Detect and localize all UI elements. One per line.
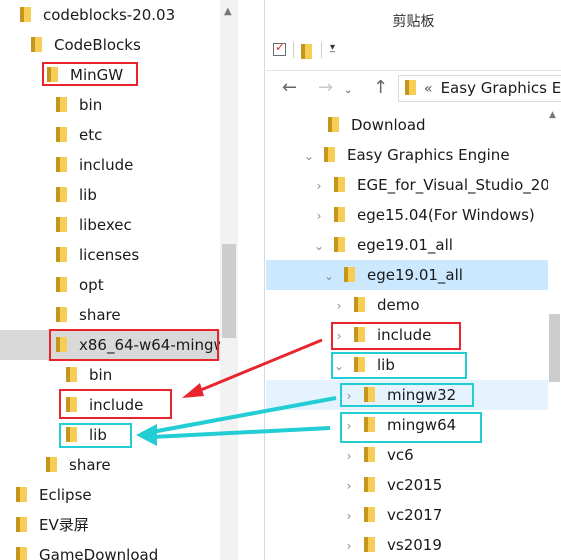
folder-icon — [328, 117, 339, 132]
tree-item-opt[interactable]: opt — [56, 270, 104, 300]
tree-item-easy-graphics-engine[interactable]: ⌄ Easy Graphics Engine — [302, 140, 510, 170]
tree-item-bin[interactable]: bin — [56, 90, 102, 120]
address-bar[interactable]: « Easy Graphics Engine — [398, 75, 561, 102]
up-arrow-icon[interactable]: ↑ — [373, 76, 388, 100]
explorer-window: 剪贴板 ▾̲ ← → ⌄ ↑ « Easy Graphics Engine Dow… — [266, 0, 561, 560]
folder-icon — [364, 477, 375, 492]
chevron-right-icon[interactable]: › — [342, 471, 356, 501]
tree-item-ege15-04[interactable]: › ege15.04(For Windows) — [312, 200, 535, 230]
folder-icon — [16, 517, 27, 532]
folder-icon — [56, 157, 67, 172]
tree-item-ev-recorder[interactable]: EV录屏 — [16, 510, 89, 540]
forward-arrow-icon[interactable]: → — [318, 76, 333, 100]
tree-item-share[interactable]: share — [56, 300, 121, 330]
tree-item-etc[interactable]: etc — [56, 120, 102, 150]
back-arrow-icon[interactable]: ← — [282, 76, 297, 100]
annotation-box-mingw64 — [340, 412, 482, 443]
ribbon-group-clipboard: 剪贴板 — [266, 0, 561, 36]
tree-item-share-sub[interactable]: share — [46, 450, 111, 480]
chevron-right-icon[interactable]: › — [342, 501, 356, 531]
folder-icon — [16, 487, 27, 502]
properties-check-icon[interactable] — [273, 40, 286, 56]
tree-item-vc2015[interactable]: › vc2015 — [342, 470, 443, 501]
tree-item-ege-for-visual-studio[interactable]: › EGE_for_Visual_Studio_2017 — [312, 170, 561, 200]
folder-icon — [56, 97, 67, 112]
folder-icon — [344, 267, 355, 282]
scroll-up-arrow-icon[interactable]: ▲ — [224, 6, 232, 17]
left-pane-scroll-thumb[interactable] — [222, 244, 236, 338]
tree-item-vs2019[interactable]: › vs2019 — [342, 530, 442, 560]
new-folder-icon[interactable] — [301, 44, 312, 59]
recent-locations-chevron-icon[interactable]: ⌄ — [344, 79, 352, 103]
customize-toolbar-dropdown-icon[interactable]: ▾̲ — [330, 42, 335, 53]
chevron-right-icon[interactable]: › — [312, 171, 326, 201]
window-divider — [264, 0, 265, 560]
chevron-right-icon[interactable]: › — [332, 291, 346, 321]
left-pane-scrollbar[interactable]: ▲ — [220, 0, 238, 560]
annotation-box-include-source — [331, 322, 461, 350]
chevron-right-icon[interactable]: › — [342, 531, 356, 560]
folder-icon — [334, 237, 345, 252]
annotation-box-lib-target — [59, 423, 132, 448]
tree-item-gamedownload[interactable]: GameDownload — [16, 540, 158, 560]
left-navigation-pane: codeblocks-20.03 CodeBlocks MinGW bin et… — [0, 0, 238, 560]
folder-icon — [56, 277, 67, 292]
folder-icon — [31, 37, 42, 52]
tree-item-bin-sub[interactable]: bin — [66, 360, 112, 390]
folder-icon — [56, 247, 67, 262]
address-path: Easy Graphics Engine — [440, 79, 561, 97]
folder-icon — [16, 547, 27, 560]
folder-icon — [324, 147, 335, 162]
folder-icon — [46, 457, 57, 472]
tree-item-eclipse[interactable]: Eclipse — [16, 480, 92, 510]
chevron-right-icon[interactable]: › — [342, 441, 356, 471]
tree-item-vc6[interactable]: › vc6 — [342, 440, 414, 470]
annotation-box-mingw — [42, 62, 138, 86]
tree-item-lib[interactable]: lib — [56, 180, 97, 210]
folder-icon — [354, 297, 365, 312]
address-overflow-icon[interactable]: « — [424, 81, 433, 97]
folder-icon — [364, 447, 375, 462]
tree-item-download[interactable]: Download — [328, 110, 426, 140]
folder-icon — [364, 507, 375, 522]
folder-icon — [405, 80, 416, 95]
tree-item-codeblocks-20-03[interactable]: codeblocks-20.03 — [20, 0, 175, 30]
window-gap — [238, 0, 266, 560]
folder-icon — [334, 207, 345, 222]
annotation-box-mingw32 — [340, 383, 474, 407]
folder-icon — [20, 7, 31, 22]
toolbar-separator — [321, 42, 322, 58]
folder-icon — [56, 307, 67, 322]
tree-item-demo[interactable]: › demo — [332, 290, 420, 320]
scroll-up-arrow-icon[interactable]: ▲ — [549, 110, 556, 120]
tree-item-include[interactable]: include — [56, 150, 133, 180]
annotation-box-lib-source — [331, 352, 467, 379]
tree-item-vc2017[interactable]: › vc2017 — [342, 500, 443, 531]
tree-item-licenses[interactable]: licenses — [56, 240, 139, 270]
tree-item-codeblocks[interactable]: CodeBlocks — [31, 30, 141, 60]
folder-icon — [364, 537, 375, 552]
navigation-bar: ← → ⌄ ↑ « Easy Graphics Engine — [266, 70, 561, 105]
folder-icon — [56, 187, 67, 202]
explorer-scrollbar[interactable]: ▲ — [548, 104, 561, 560]
chevron-down-icon[interactable]: ⌄ — [322, 261, 336, 291]
tree-item-libexec[interactable]: libexec — [56, 210, 132, 240]
tree-item-ege19-01-all-selected[interactable]: ⌄ ege19.01_all — [266, 260, 548, 290]
chevron-down-icon[interactable]: ⌄ — [312, 231, 326, 261]
folder-icon — [66, 367, 77, 382]
folder-icon — [56, 127, 67, 142]
annotation-box-include-target — [59, 389, 172, 419]
toolbar-separator — [293, 42, 294, 58]
chevron-right-icon[interactable]: › — [312, 201, 326, 231]
tree-item-ege19-01-all[interactable]: ⌄ ege19.01_all — [312, 230, 453, 260]
annotation-box-x86-64-w64-mingw32 — [49, 329, 219, 361]
chevron-down-icon[interactable]: ⌄ — [302, 141, 316, 171]
folder-icon — [56, 217, 67, 232]
folder-icon — [334, 177, 345, 192]
explorer-scroll-thumb[interactable] — [549, 314, 560, 382]
